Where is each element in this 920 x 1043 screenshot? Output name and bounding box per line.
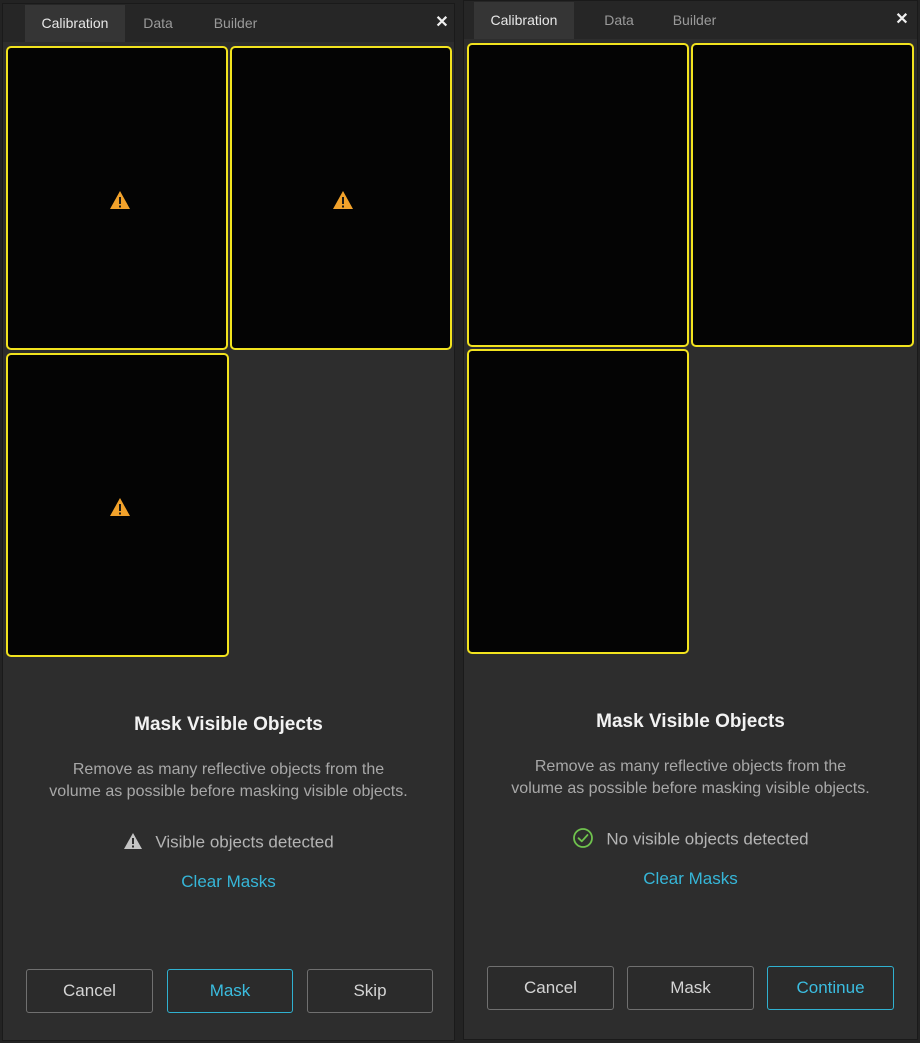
panel-title: Mask Visible Objects bbox=[134, 714, 323, 735]
skip-button[interactable]: Skip bbox=[307, 969, 433, 1013]
cancel-button[interactable]: Cancel bbox=[26, 969, 153, 1013]
warning-icon bbox=[124, 832, 143, 849]
status-text: No visible objects detected bbox=[606, 829, 809, 849]
status-text: Visible objects detected bbox=[155, 832, 334, 852]
description-line-2: volume as possible before masking visibl… bbox=[49, 783, 408, 800]
clear-masks-link[interactable]: Clear Masks bbox=[464, 869, 917, 889]
description-line-2: volume as possible before masking visibl… bbox=[511, 780, 870, 797]
warning-icon bbox=[333, 191, 353, 209]
tab-calibration[interactable]: Calibration bbox=[25, 5, 125, 42]
check-circle-icon bbox=[573, 827, 594, 848]
panel-title: Mask Visible Objects bbox=[596, 711, 785, 732]
description-line-1: Remove as many reflective objects from t… bbox=[72, 761, 385, 778]
mask-button[interactable]: Mask bbox=[167, 969, 293, 1013]
tab-bar: Calibration Data Builder ✕ bbox=[3, 4, 454, 42]
camera-view-1[interactable] bbox=[467, 43, 689, 347]
tab-data[interactable]: Data bbox=[594, 2, 644, 39]
tab-data[interactable]: Data bbox=[133, 5, 183, 42]
tab-calibration[interactable]: Calibration bbox=[474, 2, 574, 39]
tab-builder[interactable]: Builder bbox=[203, 5, 268, 42]
warning-icon bbox=[110, 191, 130, 209]
camera-view-2[interactable] bbox=[230, 46, 452, 350]
continue-button[interactable]: Continue bbox=[767, 966, 894, 1010]
camera-view-3[interactable] bbox=[467, 349, 689, 654]
status-row: No visible objects detected bbox=[464, 827, 917, 851]
calibration-panel-right: Calibration Data Builder ✕ Mask Visible … bbox=[463, 0, 918, 1040]
calibration-panel-left: Calibration Data Builder ✕ Mask Visible … bbox=[2, 3, 455, 1041]
close-icon[interactable]: ✕ bbox=[892, 1, 912, 39]
tab-bar: Calibration Data Builder ✕ bbox=[464, 1, 917, 39]
camera-view-2[interactable] bbox=[691, 43, 914, 347]
warning-icon bbox=[110, 498, 130, 516]
cancel-button[interactable]: Cancel bbox=[487, 966, 614, 1010]
status-row: Visible objects detected bbox=[3, 830, 454, 854]
description-line-1: Remove as many reflective objects from t… bbox=[534, 758, 847, 775]
camera-view-1[interactable] bbox=[6, 46, 228, 350]
mask-button[interactable]: Mask bbox=[627, 966, 754, 1010]
close-icon[interactable]: ✕ bbox=[432, 4, 452, 42]
camera-view-3[interactable] bbox=[6, 353, 229, 657]
clear-masks-link[interactable]: Clear Masks bbox=[3, 872, 454, 892]
tab-builder[interactable]: Builder bbox=[662, 2, 727, 39]
